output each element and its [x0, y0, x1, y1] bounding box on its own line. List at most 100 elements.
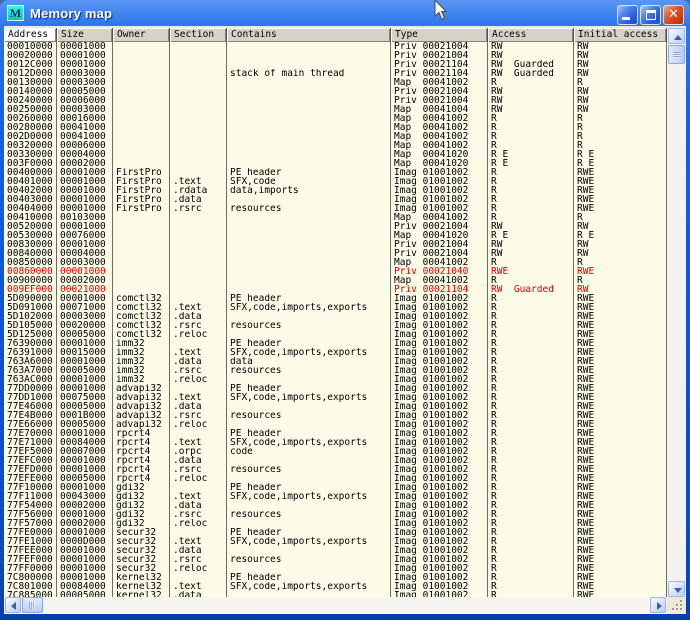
scroll-right-button[interactable] — [650, 597, 666, 613]
cell-initial_access: RW — [574, 51, 667, 60]
memory-row[interactable]: 0013000000003000Map 00041002RR — [4, 78, 667, 87]
column-header-type[interactable]: Type — [391, 28, 488, 42]
scroll-down-button[interactable] — [668, 581, 685, 597]
memory-row[interactable]: 7C80100000084000kernel32.textSFX,code,im… — [4, 582, 667, 591]
memory-row[interactable]: 0001000000001000Priv 00021004RWRW — [4, 42, 667, 51]
memory-row[interactable]: 003F000000002000Map 00041020R ER E — [4, 159, 667, 168]
cell-type: Map 00041020 — [391, 159, 488, 168]
memory-row[interactable]: 0084000000004000Priv 00021004RWRW — [4, 249, 667, 258]
app-icon[interactable]: M — [7, 5, 24, 21]
memory-row[interactable]: 0012C00000001000Priv 00021104RW GuardedR… — [4, 60, 667, 69]
resize-grip[interactable] — [667, 597, 686, 614]
column-header-contains[interactable]: Contains — [227, 28, 391, 42]
memory-row[interactable]: 0012D00000003000stack of main threadPriv… — [4, 69, 667, 78]
cell-size: 00015000 — [57, 348, 113, 357]
memory-row[interactable]: 77EFC00000001000rpcrt4.dataImag 01001002… — [4, 456, 667, 465]
column-header-address[interactable]: Address — [4, 28, 57, 42]
cell-contains: PE header — [227, 384, 391, 393]
vertical-scrollbar[interactable] — [667, 28, 686, 597]
memory-row[interactable]: 5D12500000005000comctl32.relocImag 01001… — [4, 330, 667, 339]
scroll-up-button[interactable] — [668, 28, 685, 44]
memory-row[interactable]: 0040100000001000FirstPro.textSFX,codeIma… — [4, 177, 667, 186]
memory-row[interactable]: 0040000000001000FirstProPE headerImag 01… — [4, 168, 667, 177]
titlebar[interactable]: M Memory map ✕ — [0, 0, 690, 26]
memory-row[interactable]: 77FF000000001000secur32.relocImag 010010… — [4, 564, 667, 573]
memory-row[interactable]: 77EFD00000001000rpcrt4.rsrcresourcesImag… — [4, 465, 667, 474]
cell-size: 00001000 — [57, 384, 113, 393]
memory-row[interactable]: 763A600000001000imm32.datadataImag 01001… — [4, 357, 667, 366]
column-header-access[interactable]: Access — [488, 28, 574, 42]
memory-row[interactable]: 0028000000041000Map 00041002RR — [4, 123, 667, 132]
memory-row[interactable]: 7639100000015000imm32.textSFX,code,impor… — [4, 348, 667, 357]
scroll-left-button[interactable] — [5, 597, 21, 613]
memory-row[interactable]: 763AC00000001000imm32.relocImag 01001002… — [4, 375, 667, 384]
arrow-down-icon — [674, 588, 682, 593]
memory-row[interactable]: 0041000000103000Map 00041002RR — [4, 213, 667, 222]
memory-row[interactable]: 0026000000016000Map 00041002RR — [4, 114, 667, 123]
memory-row[interactable]: 77F5400000002000gdi32.dataImag 01001002R… — [4, 501, 667, 510]
cell-access: R — [488, 537, 574, 546]
memory-row[interactable]: 77E6600000005000advapi32.relocImag 01001… — [4, 420, 667, 429]
maximize-button[interactable] — [640, 5, 661, 25]
memory-row[interactable]: 0014000000005000Priv 00021004RWRW — [4, 87, 667, 96]
memory-row[interactable]: 0002000000001000Priv 00021004RWRW — [4, 51, 667, 60]
cell-address: 77F10000 — [4, 483, 57, 492]
column-header-initial_access[interactable]: Initial access — [574, 28, 667, 42]
close-button[interactable]: ✕ — [663, 5, 684, 25]
cell-contains: resources — [227, 510, 391, 519]
memory-row[interactable]: 0040300000001000FirstPro.dataImag 010010… — [4, 195, 667, 204]
memory-row[interactable]: 009EF00000021000Priv 00021104RW GuardedR… — [4, 285, 667, 294]
memory-row[interactable]: 7C80000000001000kernel32PE headerImag 01… — [4, 573, 667, 582]
memory-row[interactable]: 77FE10000000D000secur32.textSFX,code,imp… — [4, 537, 667, 546]
memory-row[interactable]: 77EF500000007000rpcrt4.orpccodeImag 0100… — [4, 447, 667, 456]
memory-row[interactable]: 5D10500000020000comctl32.rsrcresourcesIm… — [4, 321, 667, 330]
column-header-section[interactable]: Section — [170, 28, 227, 42]
cell-type: Priv 00021004 — [391, 240, 488, 249]
cell-initial_access: RWE — [574, 366, 667, 375]
memory-row[interactable]: 0025000000003000Map 00041004RWRW — [4, 105, 667, 114]
memory-row[interactable]: 7639000000001000imm32PE headerImag 01001… — [4, 339, 667, 348]
memory-row[interactable]: 77F1100000043000gdi32.textSFX,code,impor… — [4, 492, 667, 501]
memory-row[interactable]: 77E7000000001000rpcrt4PE headerImag 0100… — [4, 429, 667, 438]
memory-row[interactable]: 77E4B0000001B000advapi32.rsrcresourcesIm… — [4, 411, 667, 420]
memory-row[interactable]: 0052000000001000Priv 00021004RWRW — [4, 222, 667, 231]
memory-row[interactable]: 0040200000001000FirstPro.rdatadata,impor… — [4, 186, 667, 195]
memory-row[interactable]: 77FE000000001000secur32PE headerImag 010… — [4, 528, 667, 537]
memory-row[interactable]: 0085000000003000Map 00041002RR — [4, 258, 667, 267]
memory-row[interactable]: 77E4600000005000advapi32.dataImag 010010… — [4, 402, 667, 411]
memory-row[interactable]: 0086000000001000Priv 00021040RWERWE — [4, 267, 667, 276]
memory-row[interactable]: 77FEF00000001000secur32.rsrcresourcesIma… — [4, 555, 667, 564]
cell-section: .data — [170, 357, 227, 366]
memory-row[interactable]: 0083000000001000Priv 00021004RWRW — [4, 240, 667, 249]
memory-row[interactable]: 0053000000076000Map 00041020R ER E — [4, 231, 667, 240]
memory-row[interactable]: 77F5600000001000gdi32.rsrcresourcesImag … — [4, 510, 667, 519]
horizontal-scrollbar[interactable] — [4, 597, 667, 614]
memory-row[interactable]: 5D09100000071000comctl32.textSFX,code,im… — [4, 303, 667, 312]
cell-type: Map 00041002 — [391, 132, 488, 141]
minimize-button[interactable] — [617, 5, 638, 25]
memory-row[interactable]: 77DD000000001000advapi32PE headerImag 01… — [4, 384, 667, 393]
vertical-scroll-thumb[interactable] — [668, 45, 685, 64]
memory-row[interactable]: 77E7100000084000rpcrt4.textSFX,code,impo… — [4, 438, 667, 447]
memory-row[interactable]: 77EFE00000005000rpcrt4.relocImag 0100100… — [4, 474, 667, 483]
memory-row[interactable]: 0090000000002000Map 00041002RR — [4, 276, 667, 285]
memory-row[interactable]: 77F5700000002000gdi32.relocImag 01001002… — [4, 519, 667, 528]
column-header-owner[interactable]: Owner — [113, 28, 170, 42]
memory-row[interactable]: 5D10200000003000comctl32.dataImag 010010… — [4, 312, 667, 321]
memory-row[interactable]: 77DD100000075000advapi32.textSFX,code,im… — [4, 393, 667, 402]
memory-row[interactable]: 763A700000005000imm32.rsrcresourcesImag … — [4, 366, 667, 375]
cell-address: 77FEF000 — [4, 555, 57, 564]
memory-row[interactable]: 5D09000000001000comctl32PE headerImag 01… — [4, 294, 667, 303]
cell-owner: gdi32 — [113, 501, 170, 510]
cell-access: R — [488, 447, 574, 456]
memory-row[interactable]: 002D000000041000Map 00041002RR — [4, 132, 667, 141]
memory-row[interactable]: 0024000000006000Priv 00021004RWRW — [4, 96, 667, 105]
memory-row[interactable]: 77FEE00000001000secur32.dataImag 0100100… — [4, 546, 667, 555]
memory-row[interactable]: 0032000000006000Map 00041002RR — [4, 141, 667, 150]
horizontal-scroll-thumb[interactable] — [22, 597, 43, 613]
cell-address: 00250000 — [4, 105, 57, 114]
memory-row[interactable]: 77F1000000001000gdi32PE headerImag 01001… — [4, 483, 667, 492]
column-header-size[interactable]: Size — [57, 28, 113, 42]
memory-row[interactable]: 0040400000001000FirstPro.rsrcresourcesIm… — [4, 204, 667, 213]
memory-row[interactable]: 0033000000004000Map 00041020R ER E — [4, 150, 667, 159]
